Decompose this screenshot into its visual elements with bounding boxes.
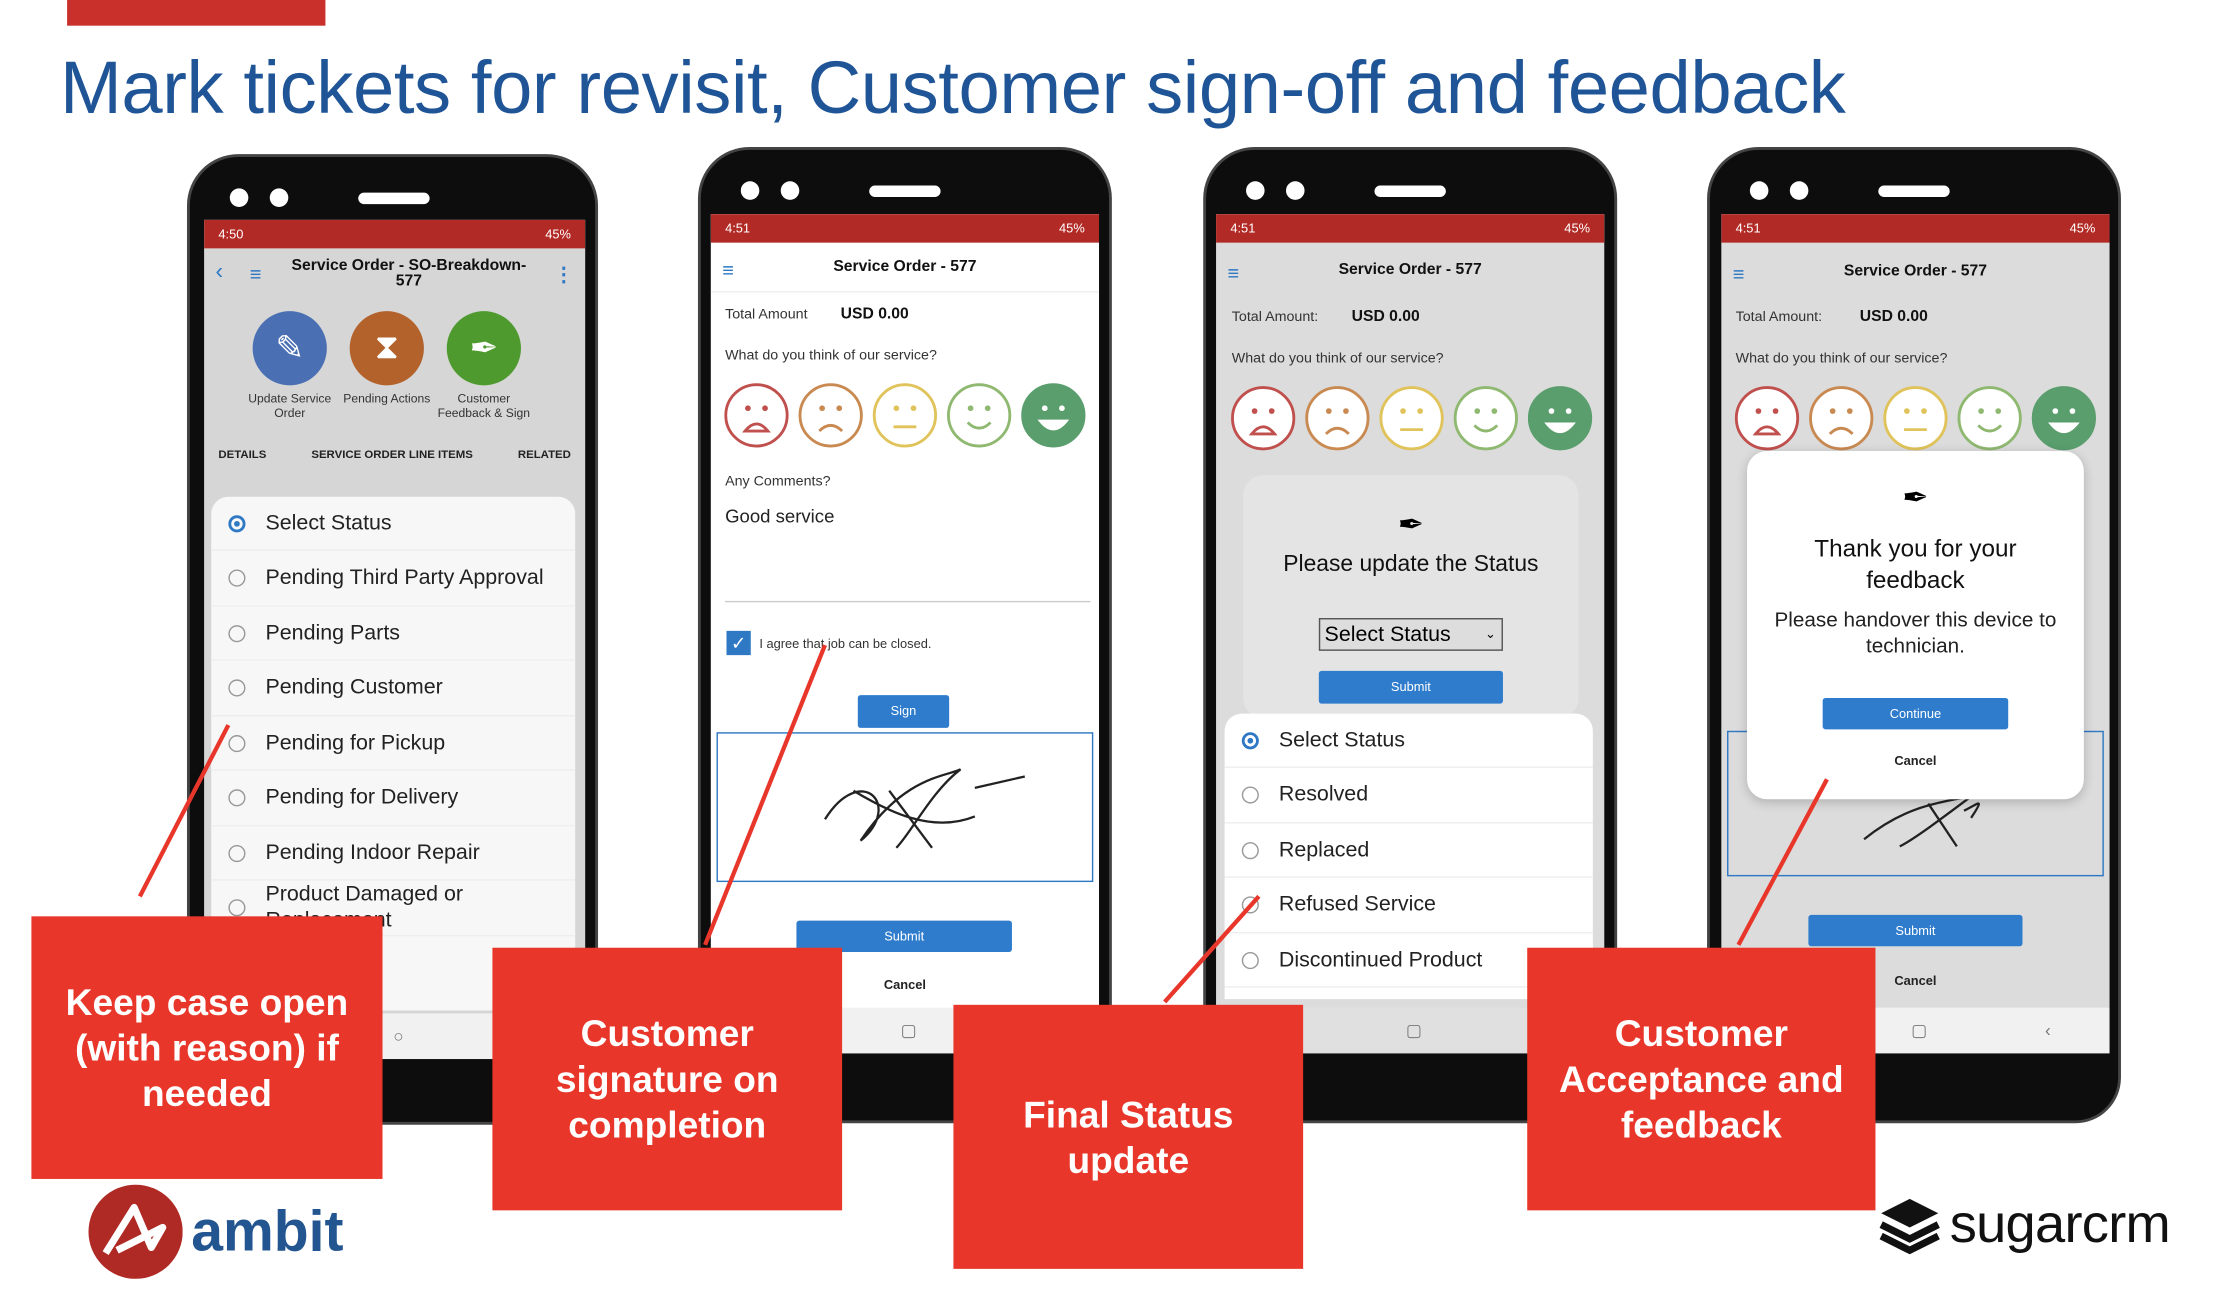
sugarcrm-logo: sugarcrm [1878, 1193, 2171, 1256]
callout-acceptance: Customer Acceptance and feedback [1527, 947, 1876, 1211]
pointer-line [1163, 894, 1261, 1004]
callout-final-status: Final Status update [953, 1004, 1304, 1269]
sugarcrm-logo-mark [1879, 1198, 1940, 1255]
pointer-line [1736, 778, 1829, 946]
callout-signature: Customer signature on completion [492, 947, 843, 1211]
pointer-line [703, 644, 827, 946]
ambit-wordmark: ambit [191, 1199, 344, 1263]
sugarcrm-wordmark: sugarcrm [1949, 1193, 2171, 1254]
pointer-line [137, 724, 231, 898]
callout-keep-open: Keep case open (with reason) if needed [31, 916, 383, 1179]
ambit-logo: ambit [88, 1184, 344, 1279]
ambit-logo-mark [88, 1184, 183, 1279]
